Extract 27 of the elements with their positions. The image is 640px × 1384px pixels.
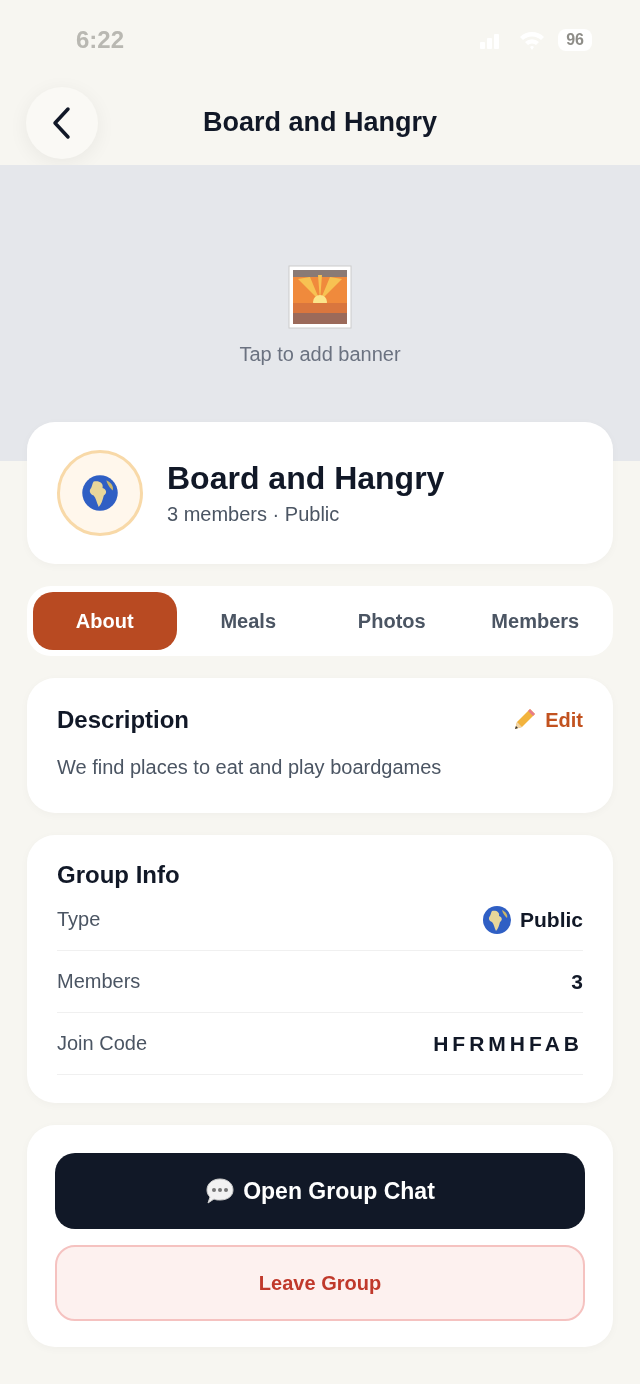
info-label: Join Code bbox=[57, 1032, 148, 1055]
info-value: 3 bbox=[571, 969, 583, 994]
tab[interactable]: Meals bbox=[176, 592, 320, 650]
info-value: HFRMHFAB bbox=[433, 1031, 583, 1056]
chat-button[interactable]: Open Group Chat bbox=[55, 1153, 585, 1229]
section-title: Description bbox=[57, 706, 190, 734]
header-title: Board and Hangry bbox=[201, 107, 438, 138]
tab[interactable]: Members bbox=[463, 592, 607, 650]
edit-button[interactable]: Edit bbox=[511, 707, 583, 733]
sunrise-icon bbox=[288, 265, 352, 329]
globe-icon bbox=[482, 904, 512, 935]
info-label: Members bbox=[57, 970, 141, 993]
back-icon bbox=[51, 105, 73, 140]
battery-level: 96 bbox=[558, 29, 592, 51]
group-name: Board and Hangry bbox=[167, 460, 445, 497]
info-label: Type bbox=[57, 908, 101, 931]
tab[interactable]: Photos bbox=[320, 592, 464, 650]
globe-icon bbox=[81, 474, 119, 512]
leave-button[interactable]: Leave Group bbox=[55, 1245, 585, 1321]
group-meta: 3 members · Public bbox=[167, 503, 341, 526]
tab[interactable]: About bbox=[33, 592, 177, 650]
banner-placeholder[interactable]: Tap to add banner bbox=[0, 165, 640, 422]
status-time: 6:22 bbox=[76, 26, 125, 54]
description-text: We find places to eat and play boardgames bbox=[57, 756, 443, 779]
info-value: Public bbox=[520, 907, 583, 932]
speech-bubble-icon bbox=[205, 1177, 236, 1205]
section-title: Group Info bbox=[57, 861, 180, 888]
